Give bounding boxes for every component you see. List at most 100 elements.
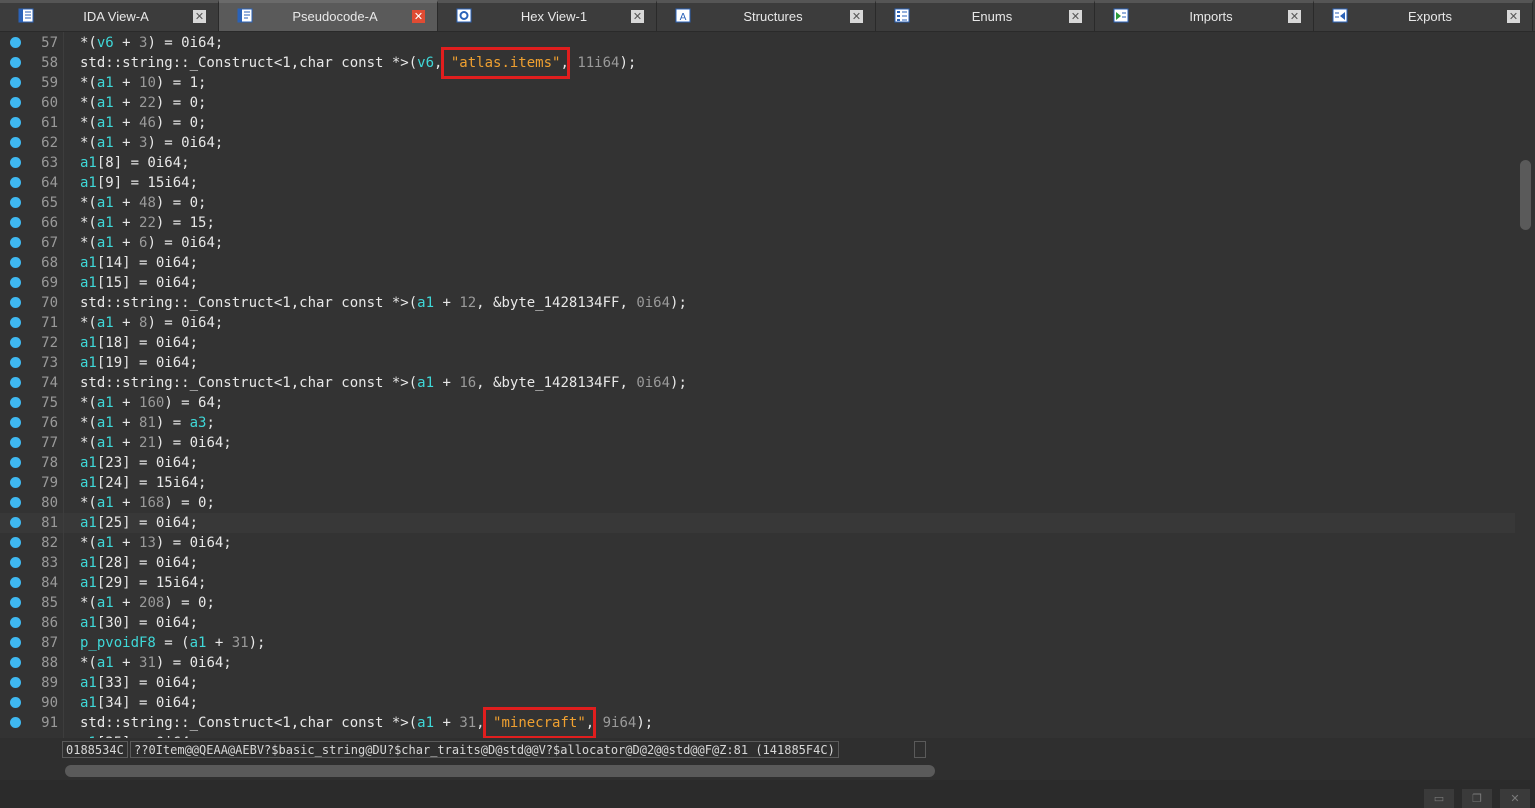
minimize-button[interactable]: ▭ — [1424, 789, 1454, 808]
code-line[interactable]: 89 a1[33] = 0i64; — [0, 673, 1515, 693]
breakpoint-dot-icon[interactable] — [10, 317, 21, 328]
code-line[interactable]: 62 *(a1 + 3) = 0i64; — [0, 133, 1515, 153]
code-line[interactable]: 63 a1[8] = 0i64; — [0, 153, 1515, 173]
code-text[interactable]: a1[29] = 15i64; — [80, 573, 206, 593]
code-text[interactable]: *(a1 + 160) = 64; — [80, 393, 223, 413]
breakpoint-dot-icon[interactable] — [10, 537, 21, 548]
code-text[interactable]: a1[19] = 0i64; — [80, 353, 198, 373]
code-text[interactable]: *(a1 + 208) = 0; — [80, 593, 215, 613]
code-line[interactable]: 74 std::string::_Construct<1,char const *… — [0, 373, 1515, 393]
code-text[interactable]: std::string::_Construct<1,char const *>(… — [80, 293, 687, 313]
breakpoint-dot-icon[interactable] — [10, 597, 21, 608]
tab-exports[interactable]: Exports ✕ — [1314, 0, 1533, 31]
breakpoint-dot-icon[interactable] — [10, 297, 21, 308]
vertical-scrollbar-thumb[interactable] — [1520, 160, 1531, 230]
code-text[interactable]: *(a1 + 81) = a3; — [80, 413, 215, 433]
breakpoint-dot-icon[interactable] — [10, 657, 21, 668]
code-text[interactable]: *(a1 + 21) = 0i64; — [80, 433, 232, 453]
code-line[interactable]: 73 a1[19] = 0i64; — [0, 353, 1515, 373]
code-text[interactable]: a1[14] = 0i64; — [80, 253, 198, 273]
code-text[interactable]: p_pvoidF8 = (a1 + 31); — [80, 633, 265, 653]
code-line[interactable]: 87 p_pvoidF8 = (a1 + 31); — [0, 633, 1515, 653]
code-line[interactable]: 81 a1[25] = 0i64; — [0, 513, 1515, 533]
code-text[interactable]: a1[34] = 0i64; — [80, 693, 198, 713]
code-line[interactable]: 86 a1[30] = 0i64; — [0, 613, 1515, 633]
tab-imports[interactable]: Imports ✕ — [1095, 0, 1314, 31]
close-icon[interactable]: ✕ — [193, 10, 206, 23]
code-text[interactable]: std::string::_Construct<1,char const *>(… — [80, 53, 636, 73]
breakpoint-dot-icon[interactable] — [10, 217, 21, 228]
code-line[interactable]: 82 *(a1 + 13) = 0i64; — [0, 533, 1515, 553]
code-text[interactable]: *(a1 + 13) = 0i64; — [80, 533, 232, 553]
code-line[interactable]: 71 *(a1 + 8) = 0i64; — [0, 313, 1515, 333]
code-text[interactable]: *(a1 + 46) = 0; — [80, 113, 206, 133]
vertical-scrollbar[interactable] — [1516, 32, 1535, 738]
code-line[interactable]: 66 *(a1 + 22) = 15; — [0, 213, 1515, 233]
code-text[interactable]: a1[25] = 0i64; — [80, 513, 198, 533]
code-line[interactable]: 64 a1[9] = 15i64; — [0, 173, 1515, 193]
close-icon[interactable]: ✕ — [1288, 10, 1301, 23]
code-line[interactable]: 90 a1[34] = 0i64; — [0, 693, 1515, 713]
breakpoint-dot-icon[interactable] — [10, 277, 21, 288]
breakpoint-dot-icon[interactable] — [10, 397, 21, 408]
code-line[interactable]: 75 *(a1 + 160) = 64; — [0, 393, 1515, 413]
code-line[interactable]: 80 *(a1 + 168) = 0; — [0, 493, 1515, 513]
code-line[interactable]: 91 std::string::_Construct<1,char const *… — [0, 713, 1515, 733]
breakpoint-dot-icon[interactable] — [10, 557, 21, 568]
code-line[interactable]: 85 *(a1 + 208) = 0; — [0, 593, 1515, 613]
code-line[interactable]: 57 *(v6 + 3) = 0i64; — [0, 33, 1515, 53]
horizontal-scrollbar[interactable] — [0, 762, 1535, 780]
code-line[interactable]: 79 a1[24] = 15i64; — [0, 473, 1515, 493]
code-line[interactable]: 88 *(a1 + 31) = 0i64; — [0, 653, 1515, 673]
code-text[interactable]: *(v6 + 3) = 0i64; — [80, 33, 223, 53]
code-text[interactable]: a1[28] = 0i64; — [80, 553, 198, 573]
code-text[interactable]: a1[18] = 0i64; — [80, 333, 198, 353]
code-text[interactable]: a1[24] = 15i64; — [80, 473, 206, 493]
breakpoint-dot-icon[interactable] — [10, 437, 21, 448]
breakpoint-dot-icon[interactable] — [10, 177, 21, 188]
breakpoint-dot-icon[interactable] — [10, 617, 21, 628]
code-line[interactable]: 68 a1[14] = 0i64; — [0, 253, 1515, 273]
code-text[interactable]: *(a1 + 6) = 0i64; — [80, 233, 223, 253]
code-text[interactable]: *(a1 + 22) = 15; — [80, 213, 215, 233]
breakpoint-dot-icon[interactable] — [10, 117, 21, 128]
code-text[interactable]: *(a1 + 22) = 0; — [80, 93, 206, 113]
code-text[interactable]: a1[23] = 0i64; — [80, 453, 198, 473]
code-line[interactable]: 60 *(a1 + 22) = 0; — [0, 93, 1515, 113]
breakpoint-dot-icon[interactable] — [10, 637, 21, 648]
breakpoint-dot-icon[interactable] — [10, 517, 21, 528]
breakpoint-dot-icon[interactable] — [10, 377, 21, 388]
code-text[interactable]: *(a1 + 8) = 0i64; — [80, 313, 223, 333]
code-text[interactable]: a1[9] = 15i64; — [80, 173, 198, 193]
code-text[interactable]: *(a1 + 48) = 0; — [80, 193, 206, 213]
breakpoint-dot-icon[interactable] — [10, 137, 21, 148]
breakpoint-dot-icon[interactable] — [10, 697, 21, 708]
code-text[interactable]: *(a1 + 168) = 0; — [80, 493, 215, 513]
code-line[interactable]: 78 a1[23] = 0i64; — [0, 453, 1515, 473]
code-line[interactable]: 67 *(a1 + 6) = 0i64; — [0, 233, 1515, 253]
code-line[interactable]: 65 *(a1 + 48) = 0; — [0, 193, 1515, 213]
breakpoint-dot-icon[interactable] — [10, 157, 21, 168]
close-button[interactable]: ✕ — [1500, 789, 1530, 808]
close-icon[interactable]: ✕ — [412, 10, 425, 23]
code-line[interactable]: 70 std::string::_Construct<1,char const *… — [0, 293, 1515, 313]
restore-button[interactable]: ❐ — [1462, 789, 1492, 808]
breakpoint-dot-icon[interactable] — [10, 417, 21, 428]
code-line[interactable]: 83 a1[28] = 0i64; — [0, 553, 1515, 573]
close-icon[interactable]: ✕ — [850, 10, 863, 23]
code-line[interactable]: 69 a1[15] = 0i64; — [0, 273, 1515, 293]
pseudocode-view[interactable]: 57 *(v6 + 3) = 0i64; 58 std::string::_Const… — [0, 32, 1515, 738]
close-icon[interactable]: ✕ — [1069, 10, 1082, 23]
code-line[interactable]: 61 *(a1 + 46) = 0; — [0, 113, 1515, 133]
code-line[interactable]: 84 a1[29] = 15i64; — [0, 573, 1515, 593]
breakpoint-dot-icon[interactable] — [10, 37, 21, 48]
breakpoint-dot-icon[interactable] — [10, 57, 21, 68]
code-text[interactable]: *(a1 + 3) = 0i64; — [80, 133, 223, 153]
breakpoint-dot-icon[interactable] — [10, 497, 21, 508]
tab-enums[interactable]: Enums ✕ — [876, 0, 1095, 31]
breakpoint-dot-icon[interactable] — [10, 77, 21, 88]
breakpoint-dot-icon[interactable] — [10, 257, 21, 268]
code-line[interactable]: 72 a1[18] = 0i64; — [0, 333, 1515, 353]
close-icon[interactable]: ✕ — [1507, 10, 1520, 23]
code-text[interactable]: a1[8] = 0i64; — [80, 153, 190, 173]
